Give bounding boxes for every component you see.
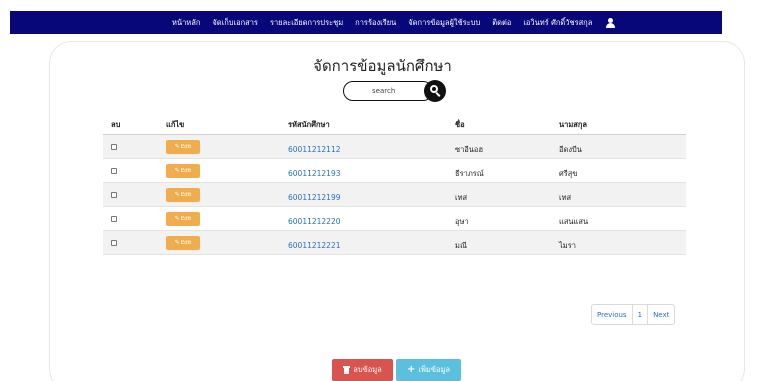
first-name-cell: อุษา [455,217,469,226]
last-name-cell: ศรีสุข [559,169,578,178]
search-input[interactable] [343,81,433,101]
edit-label: Edit [180,191,192,198]
user-icon[interactable] [606,17,616,28]
delete-checkbox[interactable] [111,215,117,222]
nav-item-complaints[interactable]: การร้องเรียน [355,17,396,29]
student-id-link[interactable]: 60011212220 [288,217,341,226]
first-name-cell: เทส [455,193,468,202]
delete-checkbox[interactable] [111,191,117,198]
add-button-label: เพิ่มข้อมูล [418,365,450,374]
table-header: ลบ แก้ไข รหัสนักศึกษา ชื่อ นามสกุล [103,116,686,135]
edit-button[interactable]: ✎ Edit [166,235,200,250]
nav-item-username[interactable]: เอวินทร์ ศักดิ์วัชรสกุล [523,17,592,29]
nav-item-meeting-details[interactable]: รายละเอียดการประชุม [270,17,343,29]
add-button[interactable]: + เพิ่มข้อมูล [396,359,461,381]
pagination-previous[interactable]: Previous [592,305,633,324]
edit-label: Edit [180,215,192,222]
search-button[interactable] [424,80,446,102]
last-name-cell: ไมรา [559,241,576,250]
first-name-cell: ซาอีนอฮ [455,145,484,154]
edit-button[interactable]: ✎ Edit [166,211,200,226]
delete-checkbox[interactable] [111,143,117,150]
edit-button[interactable]: ✎ Edit [166,187,200,202]
pagination: Previous 1 Next [591,304,676,325]
top-navbar: หน้าหลัก จัดเก็บเอกสาร รายละเอียดการประช… [10,11,722,34]
edit-label: Edit [180,143,192,150]
column-header-student-id: รหัสนักศึกษา [288,120,330,129]
student-id-link[interactable]: 60011212193 [288,169,341,178]
first-name-cell: มณี [455,241,467,250]
last-name-cell: อีดงบีน [559,145,582,154]
edit-button[interactable]: ✎ Edit [166,163,200,178]
edit-label: Edit [180,167,192,174]
edit-icon: ✎ [174,191,180,198]
column-header-first-name: ชื่อ [455,120,465,129]
student-id-link[interactable]: 60011212221 [288,241,341,250]
students-table: ลบ แก้ไข รหัสนักศึกษา ชื่อ นามสกุล ✎ Edit… [103,116,686,255]
plus-icon: + [406,364,416,375]
nav-item-documents[interactable]: จัดเก็บเอกสาร [212,17,258,29]
edit-icon: ✎ [174,239,180,246]
last-name-cell: แสนแสน [559,217,589,226]
nav-item-contact[interactable]: ติดต่อ [492,17,511,29]
column-header-last-name: นามสกุล [559,120,587,129]
nav-item-manage-users[interactable]: จัดการข้อมูลผู้ใช้ระบบ [408,17,480,29]
search-bar [343,80,449,102]
column-header-delete: ลบ [111,120,121,129]
column-header-edit: แก้ไข [166,120,185,129]
table-row: ✎ Edit 60011212193 ธีราภรณ์ ศรีสุข [103,159,686,183]
nav-item-home[interactable]: หน้าหลัก [172,17,200,29]
delete-button-label: ลบข้อมูล [353,365,382,374]
page-title: จัดการข้อมูลนักศึกษา [313,57,452,75]
student-id-link[interactable]: 60011212199 [288,193,341,202]
edit-icon: ✎ [174,143,180,150]
first-name-cell: ธีราภรณ์ [455,169,484,178]
edit-icon: ✎ [174,215,180,222]
edit-button[interactable]: ✎ Edit [166,139,200,154]
pagination-page-1[interactable]: 1 [633,305,649,324]
pagination-next[interactable]: Next [648,305,674,324]
table-row: ✎ Edit 60011212221 มณี ไมรา [103,231,686,255]
last-name-cell: เทส [559,193,572,202]
edit-label: Edit [180,239,192,246]
delete-checkbox[interactable] [111,167,117,174]
nav-items: หน้าหลัก จัดเก็บเอกสาร รายละเอียดการประช… [172,17,616,29]
delete-checkbox[interactable] [111,239,117,246]
trash-icon [343,366,351,374]
table-row: ✎ Edit 60011212112 ซาอีนอฮ อีดงบีน [103,135,686,159]
table-row: ✎ Edit 60011212199 เทส เทส [103,183,686,207]
student-id-link[interactable]: 60011212112 [288,145,341,154]
edit-icon: ✎ [174,167,180,174]
delete-button[interactable]: ลบข้อมูล [332,359,393,381]
table-row: ✎ Edit 60011212220 อุษา แสนแสน [103,207,686,231]
